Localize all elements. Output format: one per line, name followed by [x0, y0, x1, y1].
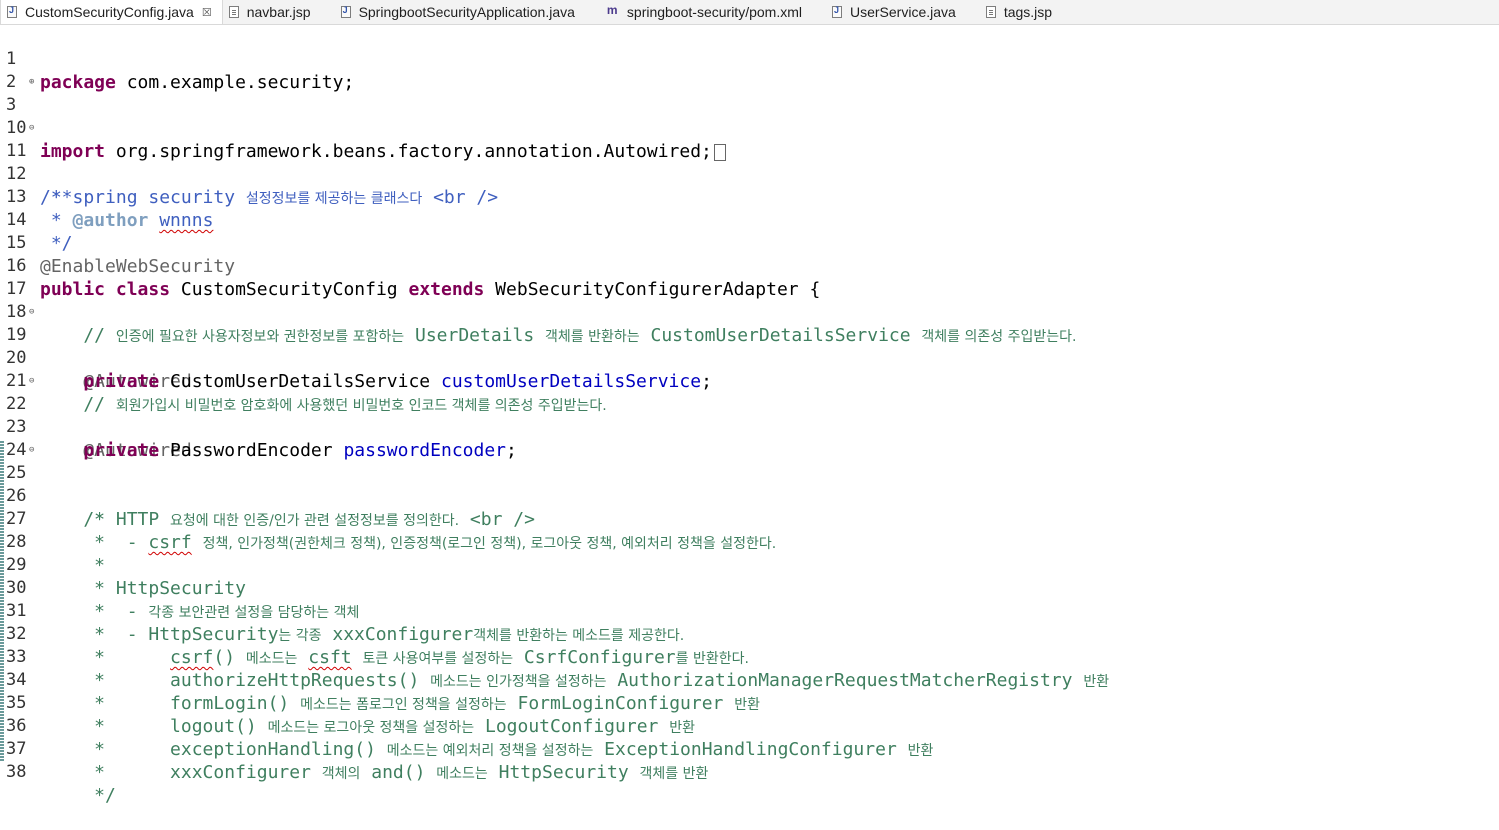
collapse-fold-icon[interactable]: ⊖: [29, 301, 34, 324]
collapse-fold-icon[interactable]: ⊖: [29, 117, 34, 140]
code-line: 34 * formLogin() 메소드는 폼로그인 정책을 설정하는 Form…: [6, 670, 760, 714]
editor-tab-bar: CustomSecurityConfig.java ☒ navbar.jsp S…: [0, 0, 1499, 25]
code-line: 27 * - csrf 정책, 인가정책(권한체크 정책), 인증정책(로그인 …: [6, 509, 777, 553]
code-line: 31 * - HttpSecurity는 각종 xxxConfigurer객체를…: [6, 601, 685, 645]
code-line: 10: [0, 94, 1499, 138]
expand-fold-icon[interactable]: ⊕: [29, 71, 34, 94]
change-ruler: [0, 441, 4, 761]
code-line: 20 private CustomUserDetailsService cust…: [6, 348, 712, 392]
jsp-file-icon: [985, 6, 996, 18]
code-line: 18 // 인증에 필요한 사용자정보와 권한정보를 포함하는 UserDeta…: [6, 302, 1077, 346]
tab-label: springboot-security/pom.xml: [626, 4, 802, 20]
java-file-icon: [340, 5, 351, 18]
maven-pom-icon: [607, 3, 619, 18]
code-line: 29 * HttpSecurity: [6, 555, 246, 599]
code-line: 23 private PasswordEncoder passwordEncod…: [6, 417, 517, 461]
close-icon[interactable]: ☒: [202, 6, 212, 19]
code-line: 35 * logout() 메소드는 로그아웃 정책을 설정하는 LogoutC…: [6, 693, 695, 737]
code-line: 17: [0, 255, 1499, 299]
code-line: 28 *: [6, 532, 106, 576]
collapse-fold-icon[interactable]: ⊖: [29, 370, 34, 393]
tab-pom-xml[interactable]: springboot-security/pom.xml: [585, 0, 812, 24]
tab-tags-jsp[interactable]: tags.jsp: [966, 0, 1062, 24]
code-line: 1 package com.example.security;: [6, 49, 355, 93]
java-file-icon: [831, 5, 842, 18]
tab-springboot-security-application[interactable]: SpringbootSecurityApplication.java: [321, 0, 585, 24]
code-line: 15 @EnableWebSecurity: [6, 233, 236, 277]
code-line: 30 * - 각종 보안관련 설정을 담당하는 객체: [6, 578, 360, 622]
line-number: 38: [6, 762, 27, 782]
code-line: 26 * HTTP 요청에 대한 인증/인가 관련 설정정보를 정의한다. <b…: [6, 486, 535, 530]
tab-navbar-jsp[interactable]: navbar.jsp: [223, 0, 321, 24]
java-file-icon: [7, 5, 17, 18]
code-line: 12 * spring security 설정정보를 제공하는 클래스다 <br…: [6, 164, 499, 208]
tab-label: tags.jsp: [1003, 4, 1053, 20]
code-line: 25 ⊖ /*: [0, 439, 1499, 530]
code-line: 38 */: [6, 762, 116, 806]
code-line: 13 * @author wnnns: [6, 187, 214, 231]
jsp-file-icon: [228, 6, 239, 18]
code-line: 14 */: [6, 210, 73, 254]
code-line: 11 ⊖ /**: [0, 117, 1499, 208]
code-line: 2: [0, 48, 1499, 92]
code-line: 21 // 회원가입시 비밀번호 암호화에 사용했던 비밀번호 인코드 객체를 …: [6, 371, 607, 415]
tab-label: SpringbootSecurityApplication.java: [358, 4, 575, 20]
code-line: 33 * authorizeHttpRequests() 메소드는 인가정책을 …: [6, 647, 1110, 691]
code-editor[interactable]: 1 package com.example.security; 2 3 ⊕ im…: [0, 24, 1499, 806]
code-line: 3 ⊕ import org.springframework.beans.fac…: [0, 71, 1499, 162]
tab-custom-security-config[interactable]: CustomSecurityConfig.java ☒: [0, 0, 223, 24]
collapse-fold-icon[interactable]: ⊖: [29, 439, 34, 462]
code-line: 24: [0, 416, 1499, 460]
code-line: 22 ⊖ @Autowired: [0, 370, 1499, 461]
tab-label: CustomSecurityConfig.java: [25, 4, 194, 20]
code-line: 37 * xxxConfigurer 객체의 and() 메소드는 HttpSe…: [6, 739, 709, 783]
code-line: 19 ⊖ @Autowired: [0, 301, 1499, 392]
tab-user-service[interactable]: UserService.java: [812, 0, 966, 24]
code-line: 32 * csrf() 메소드는 csft 토큰 사용여부를 설정하는 Csrf…: [6, 624, 749, 668]
code-line: 36 * exceptionHandling() 메소드는 예외처리 정책을 설…: [6, 716, 934, 760]
tab-label: UserService.java: [849, 4, 956, 20]
code-line: 16 public class CustomSecurityConfig ext…: [6, 256, 821, 300]
tab-label: navbar.jsp: [246, 4, 311, 20]
